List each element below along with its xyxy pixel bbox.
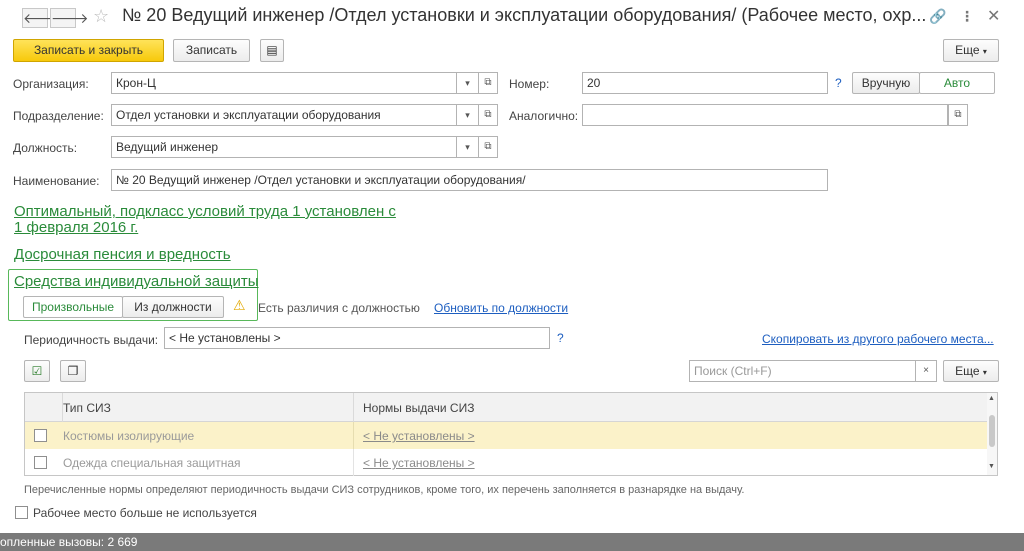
chevron-down-icon: ▾ — [982, 368, 987, 377]
table-scrollbar[interactable]: ▲ ▼ — [987, 393, 997, 475]
auto-button[interactable]: Авто — [919, 72, 995, 94]
row-type: Костюмы изолирующие — [63, 429, 195, 443]
save-and-close-button[interactable]: Записать и закрыть — [13, 39, 164, 62]
table-more-button[interactable]: Еще ▾ — [943, 360, 999, 382]
more-menu-icon[interactable]: ⋮ — [960, 8, 974, 25]
footer-note: Перечисленные нормы определяют периодичн… — [24, 484, 745, 496]
favorite-star-icon[interactable]: ☆ — [93, 6, 109, 27]
forward-button[interactable]: 🡒 — [50, 8, 89, 28]
position-dropdown-icon[interactable]: ▾ — [457, 136, 479, 158]
org-field[interactable]: Крон-Ц — [111, 72, 457, 94]
manual-button[interactable]: Вручную — [852, 72, 920, 94]
warning-icon: ⚠ — [233, 297, 246, 313]
dept-dropdown-icon[interactable]: ▾ — [457, 104, 479, 126]
pension-link[interactable]: Досрочная пенсия и вредность — [14, 246, 231, 263]
row-norm-link[interactable]: < Не установлены > — [363, 456, 475, 470]
warning-text: Есть различия с должностью — [258, 301, 420, 315]
table-more-label: Еще — [955, 364, 980, 378]
back-button[interactable]: 🡐 — [22, 8, 61, 28]
org-open-icon[interactable]: ⧉ — [478, 72, 498, 94]
row-norm-link[interactable]: < Не установлены > — [363, 429, 475, 443]
number-field[interactable]: 20 — [582, 72, 828, 94]
col-type-header[interactable]: Тип СИЗ — [63, 401, 111, 415]
tab-from-position[interactable]: Из должности — [122, 296, 224, 318]
period-help-icon[interactable]: ? — [557, 331, 564, 345]
org-dropdown-icon[interactable]: ▾ — [457, 72, 479, 94]
copy-icon[interactable]: ❐ — [60, 360, 86, 382]
unused-checkbox[interactable] — [15, 506, 28, 519]
table-row[interactable]: Костюмы изолирующие < Не установлены > — [25, 422, 987, 449]
window-title: № 20 Ведущий инженер /Отдел установки и … — [122, 5, 927, 25]
working-conditions-link[interactable]: Оптимальный, подкласс условий труда 1 ус… — [14, 203, 396, 220]
number-help-icon[interactable]: ? — [835, 76, 842, 90]
row-checkbox[interactable] — [34, 429, 47, 442]
working-conditions-date-link[interactable]: 1 февраля 2016 г. — [14, 219, 138, 236]
row-checkbox[interactable] — [34, 456, 47, 469]
period-field[interactable]: < Не установлены > — [164, 327, 550, 349]
document-icon[interactable]: ▤ — [260, 39, 284, 62]
org-label: Организация: — [13, 77, 89, 91]
scroll-down-icon[interactable]: ▼ — [988, 463, 995, 470]
save-button[interactable]: Записать — [173, 39, 250, 62]
dept-label: Подразделение: — [13, 109, 104, 123]
search-input[interactable]: Поиск (Ctrl+F) — [689, 360, 916, 382]
dept-open-icon[interactable]: ⧉ — [478, 104, 498, 126]
search-clear-icon[interactable]: × — [915, 360, 937, 382]
position-open-icon[interactable]: ⧉ — [478, 136, 498, 158]
unused-checkbox-label[interactable]: Рабочее место больше не используется — [33, 506, 257, 520]
table-header: Тип СИЗ Нормы выдачи СИЗ — [25, 393, 987, 422]
copy-from-workplace-link[interactable]: Скопировать из другого рабочего места... — [762, 332, 994, 346]
table-row[interactable]: Одежда специальная защитная < Не установ… — [25, 449, 987, 476]
check-all-icon[interactable]: ☑ — [24, 360, 50, 382]
position-field[interactable]: Ведущий инженер — [111, 136, 457, 158]
dept-field[interactable]: Отдел установки и эксплуатации оборудова… — [111, 104, 457, 126]
name-field[interactable]: № 20 Ведущий инженер /Отдел установки и … — [111, 169, 828, 191]
col-norms-header[interactable]: Нормы выдачи СИЗ — [363, 401, 474, 415]
number-label: Номер: — [509, 77, 550, 91]
update-from-position-link[interactable]: Обновить по должности — [434, 301, 568, 315]
more-button[interactable]: Еще ▾ — [943, 39, 999, 62]
similar-open-icon[interactable]: ⧉ — [948, 104, 968, 126]
scroll-thumb[interactable] — [989, 415, 995, 447]
chevron-down-icon: ▾ — [982, 47, 987, 56]
name-label: Наименование: — [13, 174, 100, 188]
period-label: Периодичность выдачи: — [24, 333, 159, 347]
close-icon[interactable]: ✕ — [987, 6, 1000, 26]
status-bar: опленные вызовы: 2 669 — [0, 533, 1024, 551]
position-label: Должность: — [13, 141, 78, 155]
tab-custom[interactable]: Произвольные — [23, 296, 123, 318]
ppe-link[interactable]: Средства индивидуальной защиты — [14, 273, 259, 290]
scroll-up-icon[interactable]: ▲ — [988, 395, 995, 402]
similar-field[interactable] — [582, 104, 948, 126]
ppe-table: Тип СИЗ Нормы выдачи СИЗ Костюмы изолиру… — [24, 392, 998, 476]
row-type: Одежда специальная защитная — [63, 456, 241, 470]
more-label: Еще — [955, 43, 980, 57]
link-icon[interactable]: 🔗 — [929, 8, 946, 25]
similar-label: Аналогично: — [509, 109, 579, 123]
title-bar: 🡐 🡒 ☆ № 20 Ведущий инженер /Отдел устано… — [0, 0, 1024, 36]
